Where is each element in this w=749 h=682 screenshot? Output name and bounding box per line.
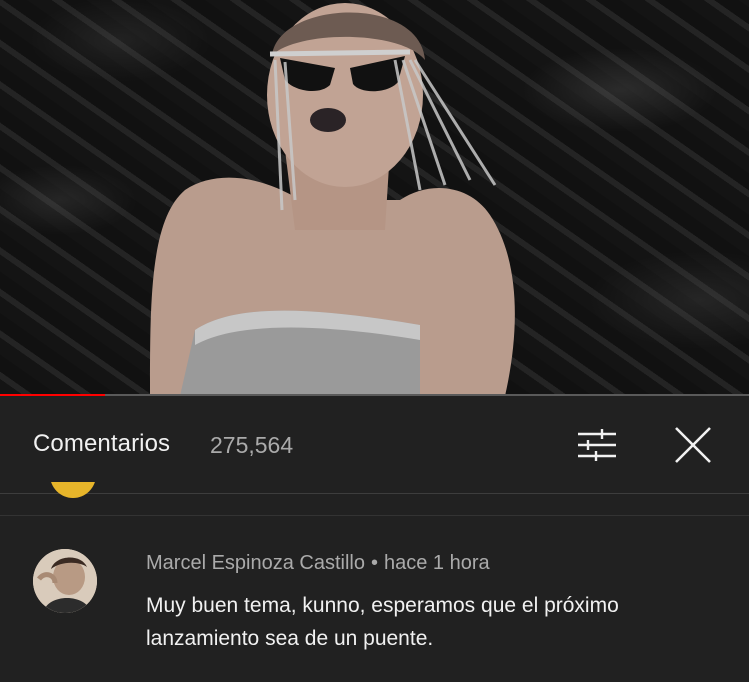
comments-count: 275,564 (210, 432, 294, 458)
close-button[interactable] (670, 422, 716, 468)
comment-meta: Marcel Espinoza Castillo • hace 1 hora (146, 552, 490, 575)
progress-fill (0, 394, 105, 396)
sort-filter-button[interactable] (574, 425, 620, 465)
comment-time: hace 1 hora (384, 552, 490, 574)
comment-author[interactable]: Marcel Espinoza Castillo (146, 552, 365, 574)
video-player[interactable] (0, 0, 749, 396)
progress-bar[interactable] (0, 394, 749, 396)
close-icon (675, 427, 711, 463)
meta-separator: • (370, 552, 378, 574)
comments-header: Comentarios 275,564 (0, 398, 749, 494)
previous-comment-avatar (50, 482, 96, 498)
comment-item[interactable]: Marcel Espinoza Castillo • hace 1 hora Muy… (0, 516, 749, 682)
video-frame (150, 3, 515, 396)
tune-icon (578, 429, 616, 461)
avatar[interactable] (33, 549, 97, 613)
comment-text: Muy buen tema, kunno, esperamos que el p… (146, 594, 619, 650)
comments-title: Comentarios (33, 430, 171, 457)
